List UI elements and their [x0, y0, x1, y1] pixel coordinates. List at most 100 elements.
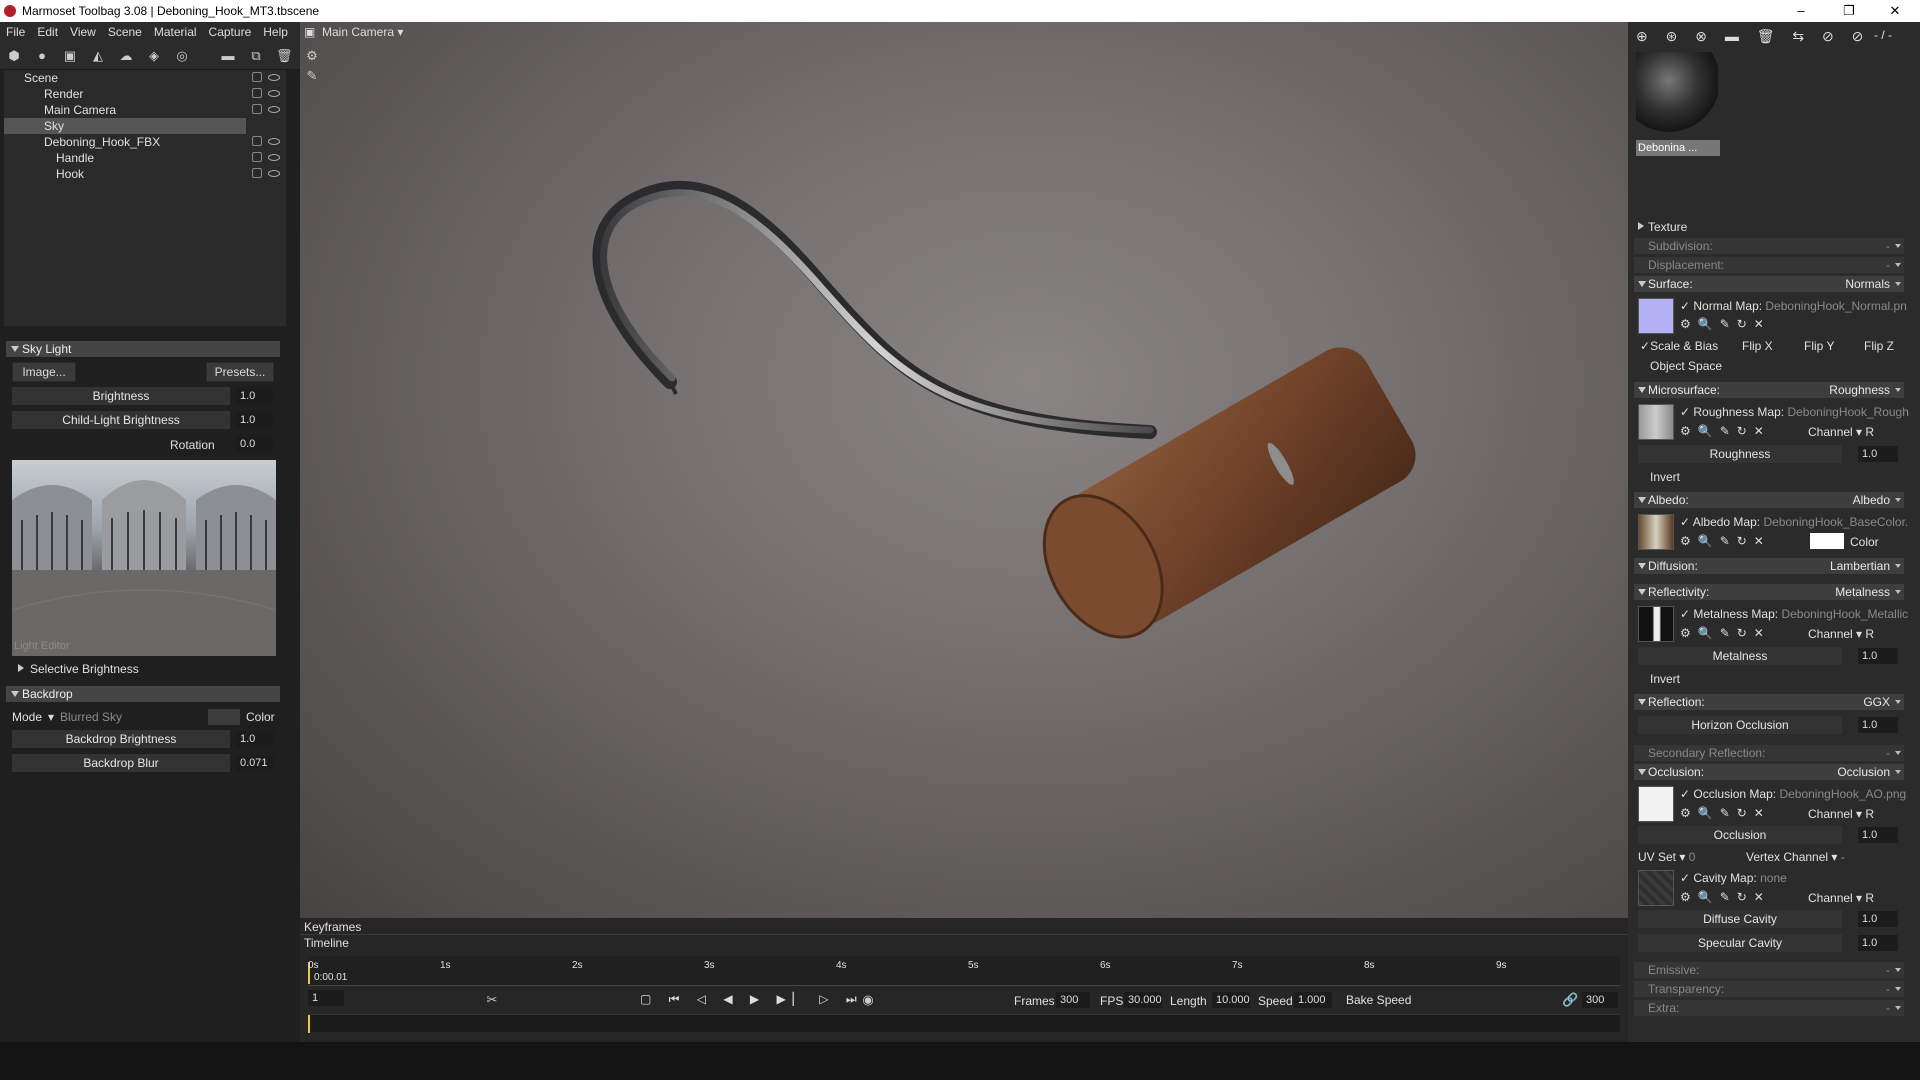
extra-section[interactable]: Extra: -: [1634, 1000, 1904, 1016]
timeline-label[interactable]: Timeline: [304, 936, 349, 950]
child-light-value[interactable]: 1.0: [236, 412, 274, 428]
diffuse-cavity-value[interactable]: 1.0: [1858, 911, 1898, 927]
backdrop-header[interactable]: Backdrop: [6, 686, 280, 702]
fps-input[interactable]: 30.000: [1124, 992, 1162, 1008]
backdrop-color-swatch[interactable]: [208, 709, 240, 725]
outliner-row-deboning-hook[interactable]: Deboning_Hook_FBX: [4, 134, 286, 150]
metalness-map-thumbnail[interactable]: [1638, 606, 1674, 642]
occlusion-map-label[interactable]: ✓ Occlusion Map: DeboningHook_AO.png: [1680, 787, 1906, 801]
occlusion-map-tools[interactable]: ⚙🔍✎↻✕: [1680, 806, 1771, 820]
albedo-map-tools[interactable]: ⚙🔍✎↻✕: [1680, 534, 1771, 548]
time-ruler[interactable]: 0s 1s 2s 3s 4s 5s 6s 7s 8s 9s 0:00.01: [308, 956, 1620, 986]
displacement-section[interactable]: Displacement: -: [1634, 257, 1904, 273]
viewport-brush-icon[interactable]: ✎: [304, 68, 320, 84]
subdivision-section[interactable]: Subdivision: -: [1634, 238, 1904, 254]
roughness-value[interactable]: 1.0: [1858, 446, 1898, 462]
roughness-slider[interactable]: Roughness: [1638, 445, 1842, 463]
metalness-slider[interactable]: Metalness: [1638, 647, 1842, 665]
reflectivity-section[interactable]: Reflectivity: Metalness: [1634, 584, 1904, 600]
brightness-slider[interactable]: Brightness: [12, 387, 230, 405]
add-light-icon[interactable]: ●: [34, 48, 50, 64]
mode-dropdown[interactable]: Blurred Sky: [60, 710, 122, 724]
diffusion-section[interactable]: Diffusion: Lambertian: [1634, 558, 1904, 574]
selective-brightness-toggle[interactable]: Selective Brightness: [16, 662, 139, 676]
transparency-section[interactable]: Transparency: -: [1634, 981, 1904, 997]
occlusion-value[interactable]: 1.0: [1858, 827, 1898, 843]
normal-map-tools[interactable]: ⚙🔍✎↻✕: [1680, 317, 1771, 331]
add-shadow-icon[interactable]: ◭: [90, 48, 106, 64]
outliner-row-main-camera[interactable]: Main Camera: [4, 102, 286, 118]
image-button[interactable]: Image...: [12, 362, 76, 382]
occlusion-channel[interactable]: Channel ▾ R: [1808, 807, 1874, 821]
albedo-color-swatch[interactable]: [1810, 533, 1844, 549]
timeline-settings-icon[interactable]: ◉: [860, 992, 876, 1008]
albedo-map-thumbnail[interactable]: [1638, 514, 1674, 550]
folder-icon[interactable]: ▬: [220, 48, 236, 64]
link-icon[interactable]: 🔗: [1562, 992, 1578, 1008]
add-mesh-icon[interactable]: ⬢: [6, 48, 22, 64]
outliner-row-handle[interactable]: Handle: [4, 150, 286, 166]
child-light-slider[interactable]: Child-Light Brightness: [12, 411, 230, 429]
specular-cavity-value[interactable]: 1.0: [1858, 935, 1898, 951]
metalness-value[interactable]: 1.0: [1858, 648, 1898, 664]
outliner-row-render[interactable]: Render: [4, 86, 286, 102]
metalness-map-tools[interactable]: ⚙🔍✎↻✕: [1680, 626, 1771, 640]
sky-light-header[interactable]: Sky Light: [6, 341, 280, 357]
flip-y-checkbox[interactable]: Flip Y: [1804, 339, 1834, 353]
menu-file[interactable]: File: [0, 25, 31, 39]
horizon-occlusion-value[interactable]: 1.0: [1858, 717, 1898, 733]
camera-selector[interactable]: ▣ Main Camera ▾: [300, 22, 420, 42]
end-frame-input[interactable]: 300: [1582, 992, 1618, 1008]
outliner-row-scene[interactable]: Scene: [4, 70, 286, 86]
menu-edit[interactable]: Edit: [31, 25, 64, 39]
mode-dropdown-icon[interactable]: ▾: [48, 710, 54, 724]
3d-viewport[interactable]: [300, 22, 1628, 920]
roughness-map-tools[interactable]: ⚙🔍✎↻✕: [1680, 424, 1771, 438]
roughness-map-label[interactable]: ✓ Roughness Map: DeboningHook_Rough: [1680, 405, 1909, 419]
cavity-map-thumbnail[interactable]: [1638, 870, 1674, 906]
horizon-occlusion-slider[interactable]: Horizon Occlusion: [1638, 716, 1842, 734]
add-group-icon[interactable]: ◎: [174, 48, 190, 64]
close-button[interactable]: ✕: [1880, 2, 1910, 20]
emissive-section[interactable]: Emissive: -: [1634, 962, 1904, 978]
keyframes-label[interactable]: Keyframes: [304, 920, 361, 934]
flip-z-checkbox[interactable]: Flip Z: [1864, 339, 1894, 353]
surface-section[interactable]: Surface: Normals: [1634, 276, 1904, 292]
metalness-map-label[interactable]: ✓ Metalness Map: DeboningHook_Metallic: [1680, 607, 1908, 621]
metalness-channel[interactable]: Channel ▾ R: [1808, 627, 1874, 641]
albedo-section[interactable]: Albedo: Albedo: [1634, 492, 1904, 508]
frame-input[interactable]: 1: [308, 990, 344, 1006]
add-turntable-icon[interactable]: ◈: [146, 48, 162, 64]
object-space-checkbox[interactable]: Object Space: [1650, 359, 1722, 373]
flip-x-checkbox[interactable]: Flip X: [1742, 339, 1773, 353]
playback-controls[interactable]: ▢ ⏮ ◁ ◀ ▶ ▶▏ ▷ ⏭: [640, 992, 864, 1007]
length-input[interactable]: 10.000: [1212, 992, 1250, 1008]
outliner-row-hook[interactable]: Hook: [4, 166, 286, 182]
specular-cavity-slider[interactable]: Specular Cavity: [1638, 934, 1842, 952]
cut-icon[interactable]: ✂: [484, 992, 500, 1008]
cavity-map-tools[interactable]: ⚙🔍✎↻✕: [1680, 890, 1771, 904]
menu-capture[interactable]: Capture: [203, 25, 258, 39]
diffuse-cavity-slider[interactable]: Diffuse Cavity: [1638, 910, 1842, 928]
rotation-value[interactable]: 0.0: [236, 436, 274, 452]
secondary-reflection-section[interactable]: Secondary Reflection: -: [1634, 745, 1904, 761]
scale-bias-checkbox[interactable]: ✓Scale & Bias: [1640, 339, 1718, 353]
roughness-map-thumbnail[interactable]: [1638, 404, 1674, 440]
menu-help[interactable]: Help: [257, 25, 294, 39]
material-thumbnail[interactable]: [1636, 52, 1718, 134]
occlusion-slider[interactable]: Occlusion: [1638, 826, 1842, 844]
backdrop-brightness-value[interactable]: 1.0: [236, 731, 274, 747]
keyframe-track[interactable]: [308, 1014, 1620, 1033]
albedo-map-label[interactable]: ✓ Albedo Map: DeboningHook_BaseColor.: [1680, 515, 1908, 529]
texture-section[interactable]: Texture: [1638, 220, 1687, 234]
roughness-invert-checkbox[interactable]: Invert: [1650, 470, 1680, 484]
uv-set-dropdown[interactable]: UV Set ▾ 0: [1638, 850, 1695, 864]
maximize-button[interactable]: ❐: [1834, 2, 1864, 20]
menu-scene[interactable]: Scene: [102, 25, 148, 39]
brightness-value[interactable]: 1.0: [236, 388, 274, 404]
microsurface-section[interactable]: Microsurface: Roughness: [1634, 382, 1904, 398]
viewport-settings-icon[interactable]: ⚙: [304, 48, 320, 64]
cavity-channel[interactable]: Channel ▾ R: [1808, 891, 1874, 905]
menu-view[interactable]: View: [64, 25, 102, 39]
occlusion-section[interactable]: Occlusion: Occlusion: [1634, 764, 1904, 780]
